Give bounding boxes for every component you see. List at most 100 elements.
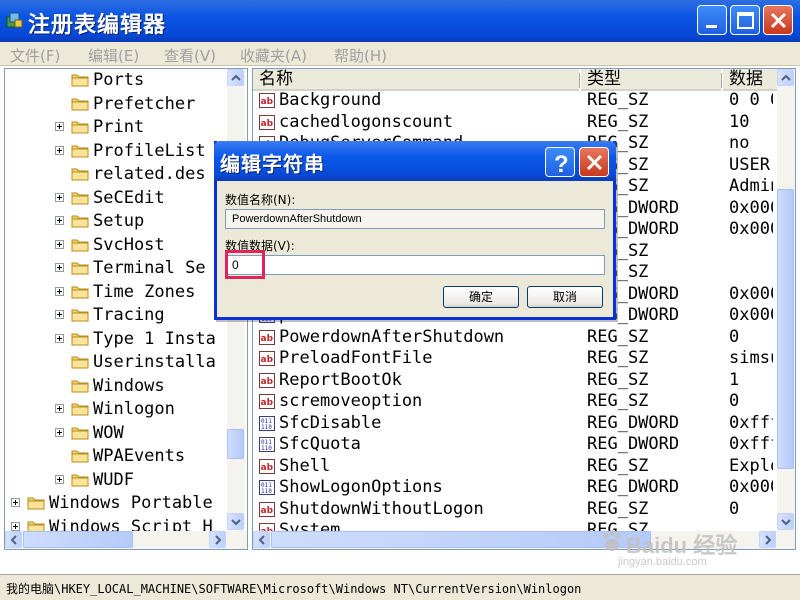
tree-item-label: WUDF [93, 469, 134, 490]
tree-item-label: Terminal Se [93, 258, 206, 278]
registry-tree[interactable]: Ports Prefetcher Print ProfileList related.d… [4, 68, 248, 550]
dialog-title-bar[interactable]: 编辑字符串 ? [214, 141, 616, 181]
value-type: REG_SZ [587, 90, 649, 110]
edit-string-dialog[interactable]: 编辑字符串 ? 数值名称(N): PowerdownAfterShutdown … [214, 141, 616, 320]
folder-icon [71, 74, 89, 87]
scroll-left-button[interactable] [5, 531, 22, 548]
value-name: Shell [279, 455, 331, 476]
chevron-right-icon [765, 535, 772, 545]
list-scroll-up-button[interactable] [777, 69, 794, 86]
tree-item-label: related.des [93, 164, 206, 184]
tree-horizontal-scrollbar[interactable] [5, 531, 247, 549]
tree-item-label: Windows Portable [49, 493, 213, 513]
window-title: 注册表编辑器 [28, 13, 167, 38]
expand-icon[interactable] [11, 498, 20, 507]
regedit-app-icon[interactable] [6, 11, 24, 29]
expand-icon[interactable] [55, 216, 64, 225]
menu-favorites[interactable]: 收藏夹(A) [240, 45, 307, 66]
folder-icon [71, 98, 89, 110]
value-type: REG_DWORD [587, 412, 680, 433]
menu-view[interactable]: 查看(V) [164, 45, 216, 66]
expand-icon[interactable] [55, 122, 64, 131]
tree-item-label: Time Zones [93, 281, 196, 302]
list-scroll-down-button[interactable] [777, 513, 794, 530]
string-value-icon: ab [259, 114, 275, 130]
menu-edit[interactable]: 编辑(E) [88, 45, 139, 66]
menu-bar: 文件(F) 编辑(E) 查看(V) 收藏夹(A) 帮助(H) [0, 42, 800, 66]
list-item[interactable]: 011110 SfcQuota REG_DWORD 0xffff [253, 434, 773, 456]
tree-item-label: Print [93, 117, 145, 137]
list-scroll-thumb-horizontal[interactable] [271, 531, 651, 548]
value-data: USER- [729, 154, 773, 175]
tree-item-label: Userinstalla [93, 352, 216, 372]
value-data: 0 [729, 326, 740, 347]
expand-icon[interactable] [55, 286, 64, 296]
value-name: scremoveoption [279, 391, 423, 411]
list-vertical-scrollbar[interactable] [777, 69, 795, 531]
expand-icon[interactable] [55, 239, 64, 249]
maximize-button[interactable] [730, 5, 760, 35]
expand-icon[interactable] [11, 521, 20, 531]
ok-button[interactable]: 确定 [443, 286, 519, 308]
value-name-field: PowerdownAfterShutdown [225, 209, 605, 229]
close-button[interactable] [763, 5, 793, 35]
minimize-button[interactable] [697, 5, 727, 35]
list-item[interactable]: ab ReportBootOk REG_SZ 1 [253, 370, 773, 392]
list-scroll-thumb[interactable] [777, 189, 794, 469]
folder-icon [71, 450, 89, 463]
column-header-name[interactable]: 名称 [253, 69, 579, 91]
list-item[interactable]: 011110 ShowLogonOptions REG_DWORD 0x000 [253, 477, 773, 499]
value-type: REG_SZ [587, 348, 649, 368]
list-item[interactable]: ab PreloadFontFile REG_SZ simsu [253, 348, 773, 370]
expand-icon[interactable] [55, 310, 64, 319]
list-item[interactable]: ab PowerdownAfterShutdown REG_SZ 0 [253, 327, 773, 349]
svg-text:110: 110 [261, 424, 272, 431]
list-scroll-left-button[interactable] [253, 531, 270, 548]
scroll-right-button[interactable] [209, 531, 226, 548]
list-item[interactable]: 011110SfcDisable REG_DWORD 0xffff [253, 413, 773, 435]
title-bar[interactable]: 注册表编辑器 [0, 0, 800, 42]
expand-icon[interactable] [55, 145, 64, 155]
close-icon [586, 154, 603, 171]
expand-icon[interactable] [55, 474, 64, 484]
dialog-close-button[interactable] [579, 147, 609, 177]
list-item[interactable]: ab cachedlogonscount REG_SZ 10 [253, 112, 773, 134]
column-header-type[interactable]: 类型 [581, 69, 721, 91]
maximize-icon [737, 12, 754, 29]
list-item[interactable]: ab scremoveoption REG_SZ 0 [253, 391, 773, 413]
folder-icon [71, 286, 89, 298]
list-scroll-right-button[interactable] [759, 531, 776, 548]
scroll-thumb[interactable] [227, 429, 244, 459]
expand-icon[interactable] [55, 192, 64, 202]
list-item[interactable]: ab Shell REG_SZ Explo [253, 456, 773, 478]
value-name: ReportBootOk [279, 369, 402, 390]
scroll-up-button[interactable] [227, 69, 244, 86]
menu-help[interactable]: 帮助(H) [334, 45, 387, 66]
expand-icon[interactable] [55, 427, 64, 437]
tree-item-label: Windows [93, 375, 165, 396]
value-type: REG_SZ [587, 455, 649, 476]
value-name: ShutdownWithoutLogon [279, 498, 484, 519]
scroll-thumb-horizontal[interactable] [23, 531, 133, 548]
scroll-down-button[interactable] [227, 513, 244, 530]
chevron-left-icon [258, 535, 265, 545]
help-icon: ? [554, 151, 569, 178]
tree-item-label: Type 1 Insta [93, 328, 216, 349]
folder-icon [71, 239, 89, 251]
folder-icon [71, 427, 89, 439]
folder-icon [71, 474, 89, 486]
svg-text:ab: ab [261, 463, 274, 473]
folder-icon [71, 403, 89, 416]
value-data-input[interactable]: 0 [225, 255, 605, 275]
expand-icon[interactable] [55, 333, 64, 343]
cancel-button[interactable]: 取消 [527, 286, 603, 308]
value-data: 10 [729, 111, 750, 132]
expand-icon[interactable] [55, 404, 64, 413]
list-item[interactable]: ab ShutdownWithoutLogon REG_SZ 0 [253, 499, 773, 521]
svg-text:?: ? [554, 151, 569, 178]
expand-icon[interactable] [55, 263, 64, 272]
tree-item-label: Prefetcher [93, 93, 196, 114]
menu-file[interactable]: 文件(F) [10, 45, 60, 66]
list-item[interactable]: ab Background REG_SZ 0 0 0 [253, 90, 773, 112]
dialog-help-button[interactable]: ? [545, 147, 575, 178]
